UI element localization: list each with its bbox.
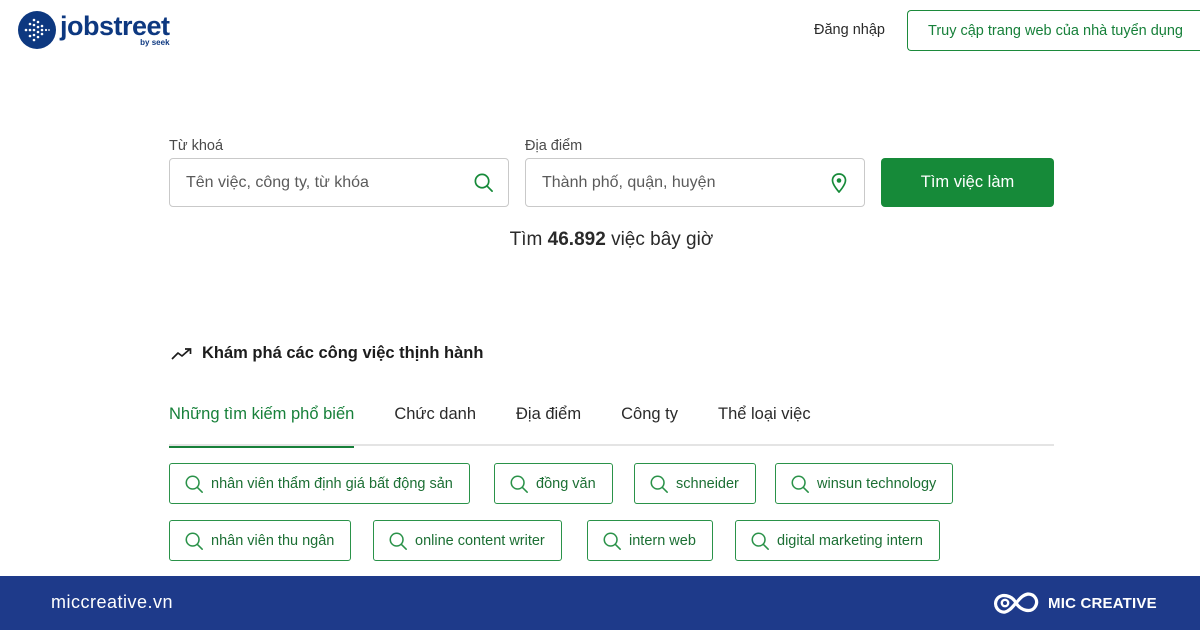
search-icon	[649, 474, 669, 494]
trending-up-icon	[171, 347, 192, 360]
search-icon	[790, 474, 810, 494]
footer-brand: MIC CREATIVE	[992, 588, 1157, 618]
location-field[interactable]	[525, 158, 865, 207]
find-jobs-button[interactable]: Tìm việc làm	[881, 158, 1054, 207]
search-icon	[509, 474, 529, 494]
tab-job-categories[interactable]: Thể loại việc	[718, 392, 811, 446]
search-icon	[184, 531, 204, 551]
trending-heading-text: Khám phá các công việc thịnh hành	[202, 344, 484, 362]
keyword-input[interactable]	[186, 173, 472, 192]
chip-label: schneider	[676, 475, 739, 492]
search-icon	[184, 474, 204, 494]
search-icon[interactable]	[472, 172, 494, 194]
logo-wordmark: jobstreet	[60, 11, 170, 41]
mic-infinity-logo-icon	[993, 592, 1039, 614]
search-chip[interactable]: digital marketing intern	[735, 520, 940, 561]
location-label: Địa điểm	[525, 138, 583, 154]
chip-label: online content writer	[415, 532, 545, 549]
footer-brand-text: MIC CREATIVE	[1048, 594, 1157, 612]
search-chip[interactable]: nhân viên thẩm định giá bất động sản	[169, 463, 470, 504]
search-icon	[388, 531, 408, 551]
keyword-field[interactable]	[169, 158, 509, 207]
chip-label: digital marketing intern	[777, 532, 923, 549]
chip-label: nhân viên thu ngân	[211, 532, 335, 549]
chip-label: nhân viên thẩm định giá bất động sản	[211, 475, 453, 492]
job-count-number: 46.892	[547, 229, 606, 250]
chip-label: đồng văn	[536, 475, 596, 492]
jobstreet-logo[interactable]: jobstreet by seek	[17, 10, 170, 50]
search-chip[interactable]: intern web	[587, 520, 713, 561]
location-input[interactable]	[542, 173, 828, 192]
tab-locations[interactable]: Địa điểm	[516, 392, 581, 446]
footer-banner: miccreative.vn MIC CREATIVE	[0, 576, 1200, 630]
trending-heading: Khám phá các công việc thịnh hành	[171, 344, 483, 363]
search-chip[interactable]: đồng văn	[494, 463, 613, 504]
search-chip[interactable]: nhân viên thu ngân	[169, 520, 352, 561]
search-chip[interactable]: schneider	[634, 463, 756, 504]
login-link[interactable]: Đăng nhập	[814, 22, 885, 38]
jobstreet-logo-icon	[18, 11, 56, 49]
job-count-text: Tìm 46.892 việc bây giờ	[509, 229, 714, 250]
employer-site-button[interactable]: Truy cập trang web của nhà tuyển dụng	[907, 10, 1200, 51]
chip-label: winsun technology	[817, 475, 937, 492]
trending-tabs: Những tìm kiếm phổ biến Chức danh Địa đi…	[169, 392, 1054, 448]
footer-website: miccreative.vn	[51, 592, 174, 612]
tab-job-titles[interactable]: Chức danh	[394, 392, 476, 446]
map-pin-icon[interactable]	[828, 172, 850, 194]
tab-companies[interactable]: Công ty	[621, 392, 678, 446]
search-chip[interactable]: winsun technology	[775, 463, 954, 504]
tab-popular-searches[interactable]: Những tìm kiếm phổ biến	[169, 392, 355, 448]
keyword-label: Từ khoá	[169, 138, 224, 154]
search-chip[interactable]: online content writer	[373, 520, 562, 561]
chip-label: intern web	[629, 532, 696, 549]
search-icon	[602, 531, 622, 551]
search-icon	[750, 531, 770, 551]
